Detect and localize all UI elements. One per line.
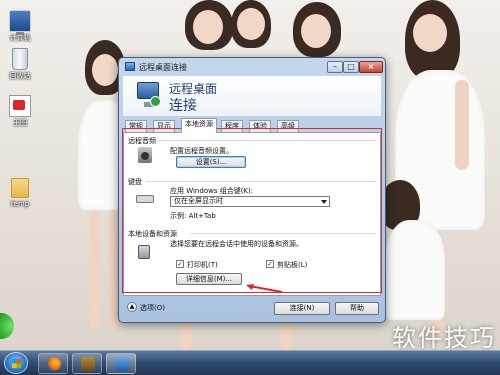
desktop-icon-recycle-bin[interactable]: 回收站 xyxy=(2,48,38,81)
wallpaper-figure xyxy=(285,2,355,62)
recycle-bin-icon xyxy=(12,48,28,70)
rdp-icon xyxy=(125,62,135,71)
start-button[interactable] xyxy=(4,352,28,374)
wallpaper-figure xyxy=(380,180,460,340)
annotation-arrow xyxy=(246,284,283,293)
taskbar-firefox[interactable] xyxy=(38,353,68,374)
desktop-icon-document[interactable]: 王图 xyxy=(2,95,38,128)
window-titlebar[interactable]: 远程桌面连接 – □ × xyxy=(119,58,385,76)
windows-logo-icon xyxy=(12,359,21,368)
media-player-icon xyxy=(81,357,95,371)
folder-icon xyxy=(11,178,29,198)
window-title: 远程桌面连接 xyxy=(139,63,187,72)
annotation-highlight-box xyxy=(122,128,382,293)
tab-local-resources[interactable]: 本地资源 xyxy=(181,118,217,133)
document-icon xyxy=(9,95,31,117)
desktop-icon-computer[interactable]: 计算机 xyxy=(2,10,38,43)
banner-subtitle: 连接 xyxy=(169,98,197,114)
connect-button[interactable]: 连接(N) xyxy=(274,302,330,315)
taskbar-media[interactable] xyxy=(72,353,102,374)
options-toggle[interactable]: 选项(O) xyxy=(140,303,165,313)
taskbar-rdp[interactable] xyxy=(106,353,136,374)
rdp-banner: 远程桌面 连接 xyxy=(123,76,381,116)
maximize-button[interactable]: □ xyxy=(343,61,359,73)
wallpaper-figure xyxy=(225,0,285,60)
computer-icon xyxy=(9,10,31,35)
close-button[interactable]: × xyxy=(359,61,383,73)
collapse-options-icon[interactable]: ▲ xyxy=(127,302,137,312)
desktop-icon-label: 王图 xyxy=(13,119,27,127)
minimize-button[interactable]: – xyxy=(327,61,343,73)
firefox-icon xyxy=(47,357,61,371)
desktop-icon-temp[interactable]: temp xyxy=(2,178,38,209)
rdp-icon xyxy=(115,357,129,371)
desktop-icon-label: 计算机 xyxy=(9,34,31,42)
watermark: 软件技巧 xyxy=(392,324,496,352)
desktop-icon-label: temp xyxy=(10,200,30,208)
desktop-icon-label: 回收站 xyxy=(9,72,31,80)
connected-check-icon xyxy=(150,96,161,107)
help-button[interactable]: 帮助 xyxy=(335,302,379,315)
taskbar xyxy=(0,350,500,375)
